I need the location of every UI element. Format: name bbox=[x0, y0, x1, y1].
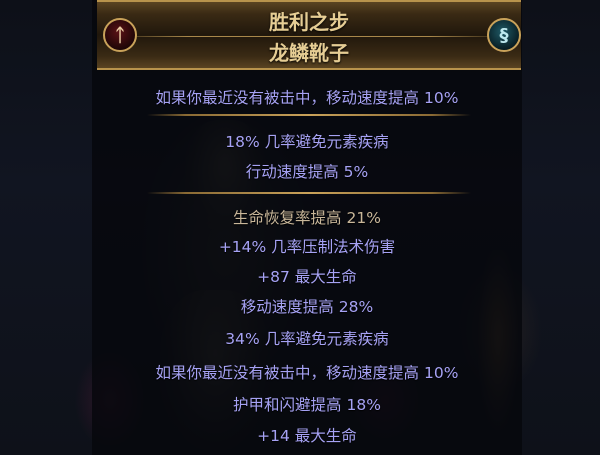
separator bbox=[147, 192, 471, 194]
explicit-mod: 护甲和闪避提高 18% bbox=[92, 393, 522, 415]
explicit-mod: 移动速度提高 28% bbox=[92, 295, 522, 317]
item-name: 胜利之步 bbox=[97, 6, 521, 35]
separator bbox=[147, 114, 471, 116]
explicit-mod: 如果你最近没有被击中，移动速度提高 10% bbox=[92, 361, 522, 383]
item-base-type: 龙鳞靴子 bbox=[97, 37, 521, 66]
enchant-mod: 如果你最近没有被击中，移动速度提高 10% bbox=[92, 86, 522, 108]
explicit-mod: +87 最大生命 bbox=[92, 265, 522, 287]
explicit-mod: +14% 几率压制法术伤害 bbox=[92, 235, 522, 257]
implicit-mod: 18% 几率避免元素疾病 bbox=[92, 130, 522, 152]
explicit-mod: 生命恢复率提高 21% bbox=[92, 206, 522, 228]
game-background: ᛏ § 胜利之步 龙鳞靴子 如果你最近没有被击中，移动速度提高 10% 18% … bbox=[0, 0, 600, 455]
implicit-mod: 行动速度提高 5% bbox=[92, 160, 522, 182]
explicit-mod: +14 最大生命 bbox=[92, 424, 522, 446]
explicit-mod: 34% 几率避免元素疾病 bbox=[92, 327, 522, 349]
